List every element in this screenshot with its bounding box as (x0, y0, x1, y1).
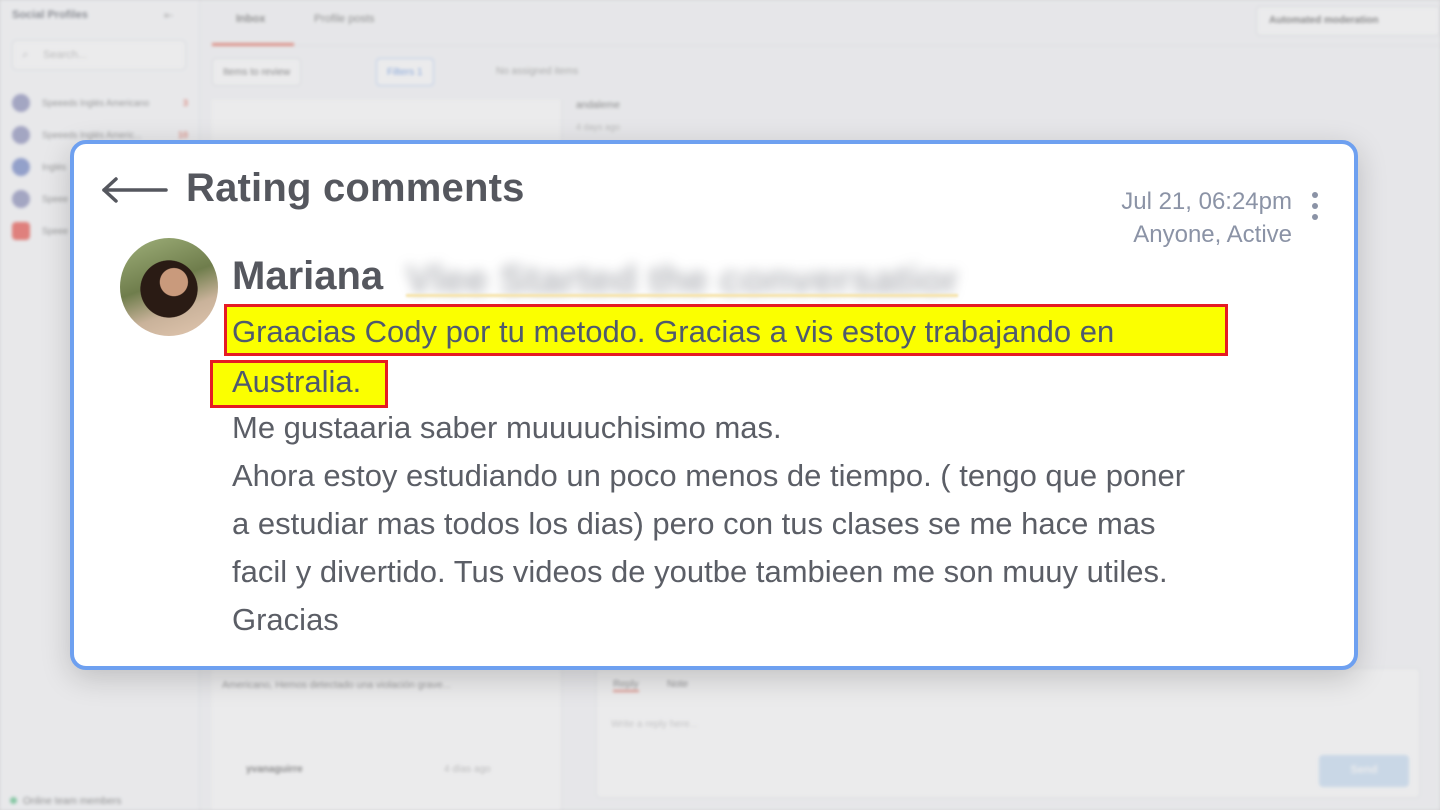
message-line: facil y divertido. Tus videos de youtbe … (232, 554, 1168, 589)
message-line: Me gustaaria saber muuuuchisimo mas. (232, 410, 782, 445)
kebab-menu-icon[interactable] (1308, 192, 1322, 228)
author-name: Mariana (232, 254, 384, 298)
message-line: Graacias Cody por tu metodo. Gracias a v… (232, 314, 1115, 349)
author-blurred-text: Vlee Started the conversation (406, 258, 958, 298)
page-title: Rating comments (186, 166, 525, 210)
message-timestamp: Jul 21, 06:24pm (1121, 188, 1292, 215)
rating-comments-card: Rating comments Jul 21, 06:24pm Anyone, … (70, 140, 1358, 670)
message-line: Ahora estoy estudiando un poco menos de … (232, 458, 1186, 493)
message-line: a estudiar mas todos los dias) pero con … (232, 506, 1156, 541)
message-line: Gracias (232, 602, 339, 637)
avatar (120, 238, 218, 336)
message-line: Australia. (232, 364, 362, 399)
message-audience: Anyone, Active (1133, 221, 1292, 248)
blurred-underline (406, 294, 958, 297)
arrow-left-icon[interactable] (100, 166, 170, 206)
